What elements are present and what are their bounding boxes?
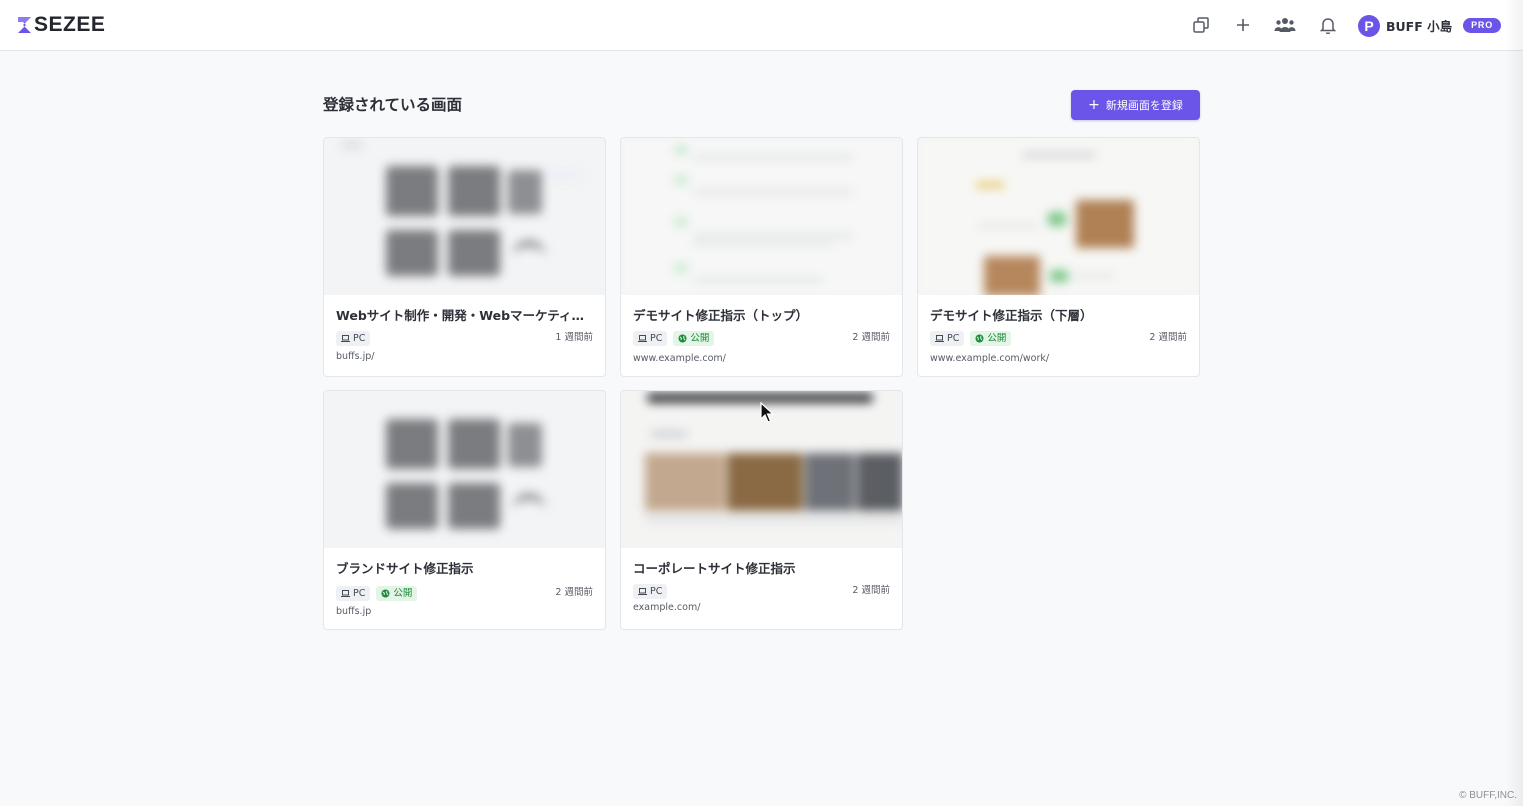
globe-icon: [678, 334, 687, 343]
sezee-logo[interactable]: SEZEE: [17, 14, 105, 36]
user-menu[interactable]: P BUFF 小島 PRO: [1358, 14, 1502, 37]
public-tag: 公開: [970, 331, 1012, 346]
laptop-icon: [638, 588, 647, 595]
device-tag: PC: [930, 331, 965, 346]
new-screen-button[interactable]: + 新規画面を登録: [1071, 90, 1200, 120]
laptop-icon: [638, 335, 647, 342]
updated-time: 2 週間前: [852, 585, 890, 596]
screen-title: コーポレートサイト修正指示: [633, 561, 796, 576]
bell-icon[interactable]: [1317, 14, 1339, 36]
screen-card[interactable]: ブランドサイト修正指示 PC 公開 2 週間前 buffs.jp: [323, 390, 606, 630]
updated-time: 2 週間前: [852, 332, 890, 343]
device-tag: PC: [633, 331, 668, 346]
globe-icon: [381, 589, 390, 598]
copy-screens-icon[interactable]: [1190, 14, 1212, 36]
laptop-icon: [341, 590, 350, 597]
screen-thumbnail: [621, 138, 902, 295]
user-name: BUFF 小島: [1386, 19, 1453, 34]
team-icon[interactable]: [1274, 14, 1296, 36]
top-header: SEZEE P BUFF 小島 PRO: [0, 0, 1523, 51]
screen-card[interactable]: デモサイト修正指示（下層） PC 公開 2 週間前 www.example.co…: [917, 137, 1200, 377]
screen-url: www.example.com/: [633, 353, 726, 364]
screen-thumbnail: [324, 138, 605, 295]
device-tag: PC: [336, 586, 371, 601]
screen-thumbnail: [918, 138, 1199, 295]
page-title: 登録されている画面: [323, 96, 463, 114]
screen-card[interactable]: コーポレートサイト修正指示 PC 2 週間前 example.com/: [620, 390, 903, 630]
device-tag: PC: [633, 584, 668, 599]
screen-title: デモサイト修正指示（トップ）: [633, 308, 809, 323]
new-screen-button-label: 新規画面を登録: [1105, 99, 1183, 112]
screen-url: buffs.jp: [336, 606, 372, 617]
screen-title: デモサイト修正指示（下層）: [930, 308, 1093, 323]
laptop-icon: [341, 335, 350, 342]
pro-badge: PRO: [1463, 18, 1502, 33]
screen-card[interactable]: Webサイト制作・開発・Webマーケティング・ブランディング PC 1 週間前 …: [323, 137, 606, 377]
plus-icon: +: [1088, 97, 1100, 113]
screen-url: example.com/: [633, 602, 701, 613]
screen-thumbnail: [324, 391, 605, 548]
plus-icon[interactable]: [1232, 14, 1254, 36]
laptop-icon: [935, 335, 944, 342]
public-tag: 公開: [673, 331, 715, 346]
screen-thumbnail: [621, 391, 902, 548]
scroll-edge-shadow: [1505, 0, 1523, 806]
screen-title: Webサイト制作・開発・Webマーケティング・ブランディング: [336, 308, 594, 323]
screen-url: www.example.com/work/: [930, 353, 1050, 364]
copyright: © BUFF,INC.: [1459, 790, 1517, 801]
updated-time: 1 週間前: [555, 332, 593, 343]
public-tag: 公開: [376, 586, 418, 601]
logo-text: SEZEE: [34, 13, 106, 36]
globe-icon: [975, 334, 984, 343]
screen-title: ブランドサイト修正指示: [336, 561, 474, 576]
screen-url: buffs.jp/: [336, 351, 375, 362]
screen-card[interactable]: デモサイト修正指示（トップ） PC 公開 2 週間前 www.example.c…: [620, 137, 903, 377]
updated-time: 2 週間前: [1149, 332, 1187, 343]
device-tag: PC: [336, 331, 371, 346]
logo-mark-icon: [18, 17, 31, 33]
avatar: P: [1358, 14, 1380, 37]
updated-time: 2 週間前: [555, 587, 593, 598]
